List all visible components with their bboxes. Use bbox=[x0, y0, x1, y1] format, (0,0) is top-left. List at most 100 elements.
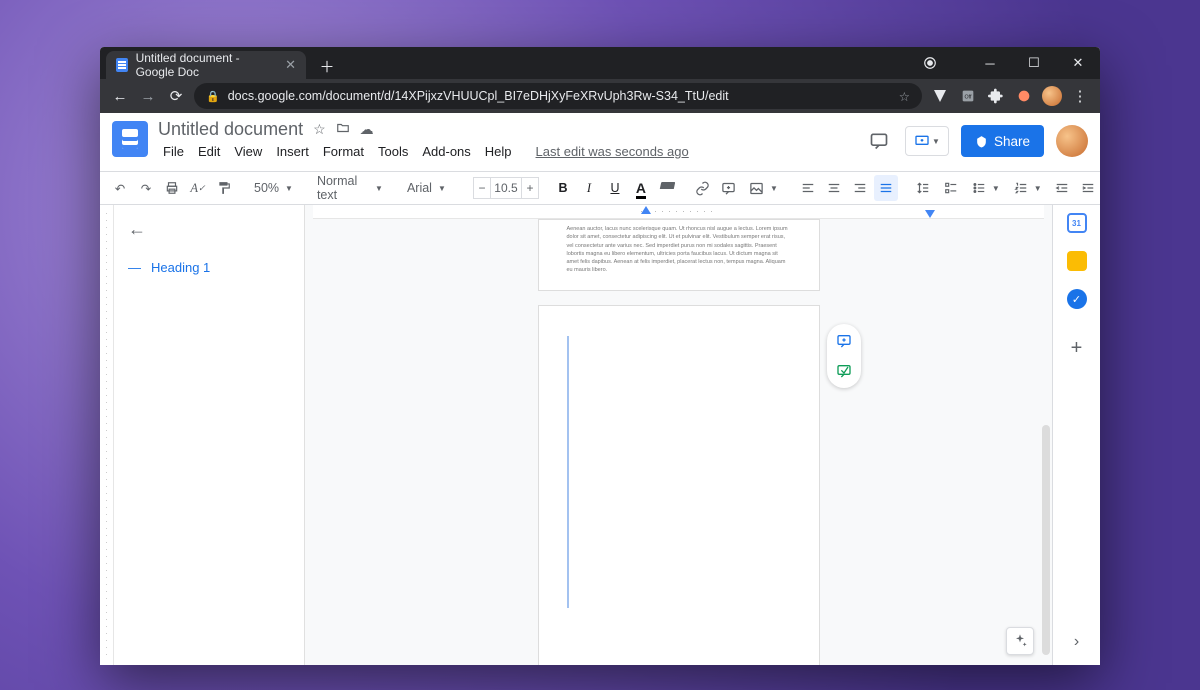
text-color-button[interactable]: A bbox=[629, 175, 653, 201]
minimize-button[interactable]: ─ bbox=[968, 47, 1012, 79]
style-dropdown[interactable]: Normal text▼ bbox=[311, 175, 389, 201]
incognito-icon[interactable] bbox=[908, 47, 952, 79]
menu-view[interactable]: View bbox=[229, 142, 267, 161]
extension-icon-3[interactable] bbox=[1014, 88, 1034, 104]
docs-header: Untitled document ☆ ☁ File Edit View Ins… bbox=[100, 113, 1100, 171]
document-title[interactable]: Untitled document bbox=[158, 119, 303, 140]
insert-link-button[interactable] bbox=[691, 175, 715, 201]
horizontal-ruler[interactable] bbox=[313, 205, 1044, 219]
menu-tools[interactable]: Tools bbox=[373, 142, 413, 161]
star-icon[interactable]: ☆ bbox=[899, 89, 910, 104]
spellcheck-button[interactable]: A✓ bbox=[186, 175, 210, 201]
share-label: Share bbox=[994, 134, 1030, 149]
document-outline: ← Heading 1 bbox=[114, 205, 304, 665]
highlight-button[interactable] bbox=[655, 175, 679, 201]
close-window-button[interactable]: ✕ bbox=[1056, 47, 1100, 79]
italic-button[interactable]: I bbox=[577, 175, 601, 201]
outline-back-icon[interactable]: ← bbox=[128, 219, 290, 240]
extension-icon-2[interactable]: Off bbox=[958, 88, 978, 104]
menu-file[interactable]: File bbox=[158, 142, 189, 161]
extensions-button[interactable] bbox=[986, 88, 1006, 104]
cloud-status-icon[interactable]: ☁ bbox=[360, 121, 374, 138]
page-1[interactable]: Aenean auctor, lacus nunc scelerisque qu… bbox=[538, 219, 820, 291]
left-indent-marker[interactable] bbox=[641, 206, 651, 214]
url-text: docs.google.com/document/d/14XPijxzVHUUC… bbox=[228, 89, 729, 103]
svg-text:Off: Off bbox=[964, 95, 972, 101]
new-tab-button[interactable]: ＋ bbox=[314, 53, 340, 79]
undo-button[interactable]: ↶ bbox=[108, 175, 132, 201]
profile-avatar-small[interactable] bbox=[1042, 86, 1062, 106]
add-comment-floating[interactable] bbox=[833, 330, 855, 352]
align-right-button[interactable] bbox=[848, 175, 872, 201]
workspace: ← Heading 1 Aenean auctor, lacus nunc sc… bbox=[100, 205, 1100, 665]
text-cursor bbox=[567, 336, 569, 608]
font-size-increase[interactable]: + bbox=[521, 177, 539, 199]
share-button[interactable]: Share bbox=[961, 125, 1044, 157]
outline-item-heading-1[interactable]: Heading 1 bbox=[128, 260, 290, 275]
zoom-dropdown[interactable]: 50%▼ bbox=[248, 175, 299, 201]
vertical-ruler bbox=[100, 205, 114, 665]
print-button[interactable] bbox=[160, 175, 184, 201]
paint-format-button[interactable] bbox=[212, 175, 236, 201]
font-dropdown[interactable]: Arial▼ bbox=[401, 175, 461, 201]
menu-addons[interactable]: Add-ons bbox=[417, 142, 475, 161]
insert-image-button[interactable]: ▼ bbox=[743, 175, 784, 201]
omnibox[interactable]: 🔒 docs.google.com/document/d/14XPijxzVHU… bbox=[194, 83, 922, 109]
menu-help[interactable]: Help bbox=[480, 142, 517, 161]
side-panel: + › bbox=[1052, 205, 1100, 665]
page-1-body: Aenean auctor, lacus nunc scelerisque qu… bbox=[567, 225, 791, 275]
bulleted-list-button[interactable]: ▼ bbox=[966, 175, 1006, 201]
chrome-menu-button[interactable]: ⋮ bbox=[1070, 87, 1090, 105]
bold-button[interactable]: B bbox=[551, 175, 575, 201]
menu-edit[interactable]: Edit bbox=[193, 142, 225, 161]
present-button[interactable]: ▼ bbox=[905, 126, 949, 156]
tab-title: Untitled document - Google Doc bbox=[136, 51, 278, 79]
canvas: Aenean auctor, lacus nunc scelerisque qu… bbox=[304, 205, 1052, 665]
right-indent-marker[interactable] bbox=[925, 210, 935, 218]
page-2[interactable] bbox=[538, 305, 820, 665]
menu-format[interactable]: Format bbox=[318, 142, 369, 161]
menu-insert[interactable]: Insert bbox=[271, 142, 314, 161]
chevron-down-icon: ▼ bbox=[932, 137, 940, 146]
decrease-indent-button[interactable] bbox=[1050, 175, 1074, 201]
docs-logo-icon[interactable] bbox=[112, 121, 148, 157]
comments-history-icon[interactable] bbox=[865, 127, 893, 155]
align-center-button[interactable] bbox=[822, 175, 846, 201]
star-doc-icon[interactable]: ☆ bbox=[313, 121, 326, 138]
suggest-edit-floating[interactable] bbox=[833, 360, 855, 382]
extension-icon-1[interactable] bbox=[930, 88, 950, 104]
reload-button[interactable]: ⟳ bbox=[166, 87, 186, 105]
move-doc-icon[interactable] bbox=[336, 121, 350, 138]
account-avatar[interactable] bbox=[1056, 125, 1088, 157]
last-edit-text[interactable]: Last edit was seconds ago bbox=[531, 142, 694, 161]
add-comment-button[interactable] bbox=[717, 175, 741, 201]
vertical-scrollbar[interactable] bbox=[1042, 425, 1050, 655]
keep-addon-icon[interactable] bbox=[1067, 251, 1087, 271]
font-size-control: − 10.5 + bbox=[473, 177, 539, 199]
hide-sidepanel-button[interactable]: › bbox=[1074, 633, 1079, 651]
tasks-addon-icon[interactable] bbox=[1067, 289, 1087, 309]
get-addons-button[interactable]: + bbox=[1071, 337, 1083, 360]
line-spacing-button[interactable] bbox=[910, 175, 936, 201]
forward-button[interactable]: → bbox=[138, 88, 158, 105]
explore-button[interactable] bbox=[1006, 627, 1034, 655]
font-size-value[interactable]: 10.5 bbox=[491, 177, 521, 199]
redo-button[interactable]: ↷ bbox=[134, 175, 158, 201]
align-left-button[interactable] bbox=[796, 175, 820, 201]
increase-indent-button[interactable] bbox=[1076, 175, 1100, 201]
toolbar: ↶ ↷ A✓ 50%▼ Normal text▼ Arial▼ − 10.5 +… bbox=[100, 171, 1100, 205]
numbered-list-button[interactable]: ▼ bbox=[1008, 175, 1048, 201]
window-controls: ─ ☐ ✕ bbox=[908, 47, 1100, 79]
pages-viewport[interactable]: Aenean auctor, lacus nunc scelerisque qu… bbox=[313, 219, 1044, 665]
underline-button[interactable]: U bbox=[603, 175, 627, 201]
checklist-button[interactable] bbox=[938, 175, 964, 201]
font-size-decrease[interactable]: − bbox=[473, 177, 491, 199]
browser-window: Untitled document - Google Doc ✕ ＋ ─ ☐ ✕… bbox=[100, 47, 1100, 665]
browser-tab[interactable]: Untitled document - Google Doc ✕ bbox=[106, 51, 306, 79]
maximize-button[interactable]: ☐ bbox=[1012, 47, 1056, 79]
back-button[interactable]: ← bbox=[110, 88, 130, 105]
calendar-addon-icon[interactable] bbox=[1067, 213, 1087, 233]
close-tab-icon[interactable]: ✕ bbox=[285, 57, 296, 73]
align-justify-button[interactable] bbox=[874, 175, 898, 201]
menu-bar: File Edit View Insert Format Tools Add-o… bbox=[158, 142, 694, 161]
